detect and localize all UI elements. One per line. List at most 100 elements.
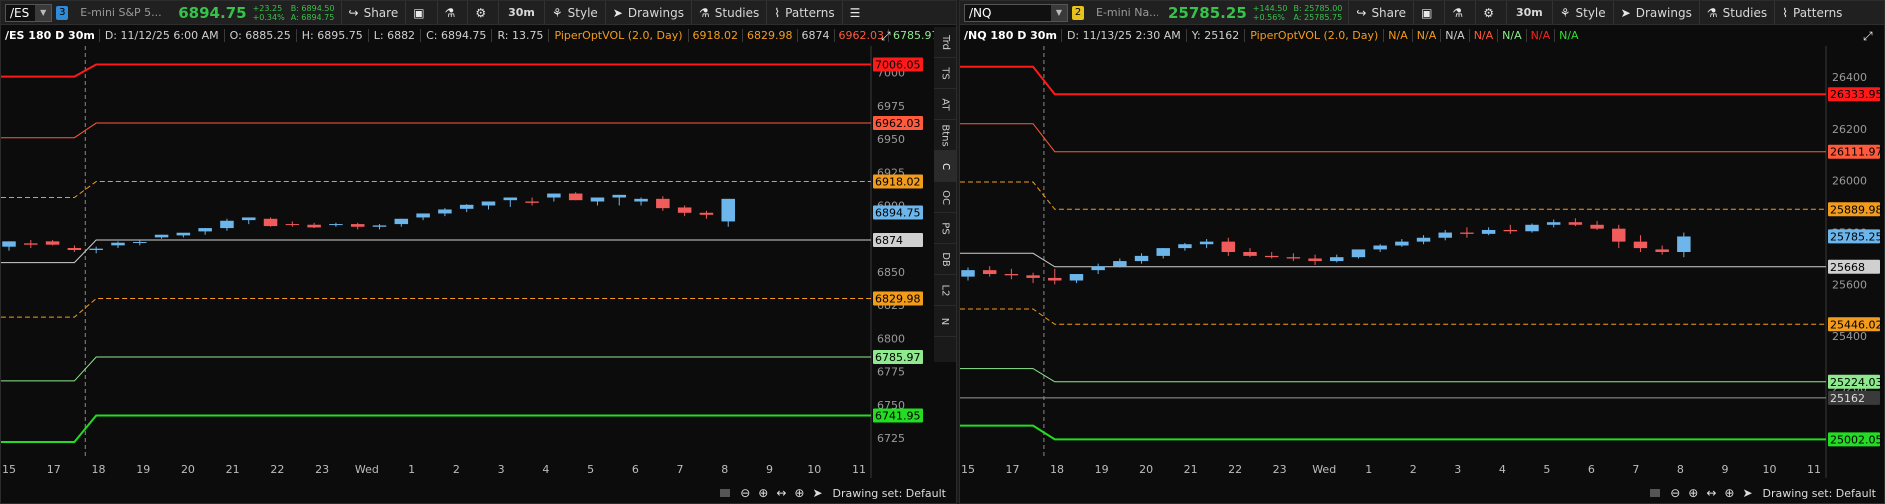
scroll-handle[interactable] [1650, 489, 1661, 497]
candle-body [1677, 236, 1691, 252]
side-tab-trd[interactable]: Trd [934, 27, 956, 58]
drawing-set-label[interactable]: Drawing set: Default [833, 487, 946, 500]
candle-body [241, 217, 256, 221]
candle-body [1416, 237, 1431, 242]
left-toolbar: /ES ▼ 3 E-mini S&P 5... 6894.75 +23.25 +… [1, 1, 956, 25]
candle-body [481, 201, 496, 206]
flask-icon: ⚗ [1452, 5, 1464, 20]
link-group-badge[interactable]: 3 [56, 5, 69, 20]
share-button[interactable]: ↪ Share [340, 1, 406, 24]
flask-button[interactable]: ⚗ [1444, 1, 1475, 24]
candle-body [1503, 229, 1518, 232]
crosshair-y: Y: 25162 [1185, 29, 1244, 42]
share-button[interactable]: ↪ Share [1348, 1, 1413, 24]
side-tab-btns[interactable]: Btns [934, 120, 956, 151]
studies-button[interactable]: ⚗ Studies [1698, 1, 1774, 24]
last-price-label: 25785.25 [1830, 230, 1883, 243]
zoom-in-icon[interactable]: ⊕ [1688, 486, 1698, 500]
menu-icon: ☰ [849, 5, 861, 20]
candle-body [1395, 241, 1409, 246]
nq-candlestick-chart[interactable]: 2520025400256002580026000262002640015171… [960, 46, 1884, 483]
candle-body [1351, 249, 1366, 258]
chart-settings-button[interactable]: ▣ [1413, 1, 1444, 24]
zoom-out-icon[interactable]: ⊖ [1670, 486, 1680, 500]
candle-body [394, 218, 409, 225]
bar-high: H: 6895.75 [295, 29, 368, 42]
chart-settings-button[interactable]: ▣ [405, 1, 436, 24]
scroll-handle[interactable] [720, 489, 731, 497]
right-chart-panel: /NQ ▼ 2 E-mini Na... 25785.25 +144.50 +0… [959, 0, 1885, 504]
crosshair-icon[interactable]: ⊕ [1724, 486, 1734, 500]
side-tab-db[interactable]: DB [934, 244, 956, 275]
drawing-set-label[interactable]: Drawing set: Default [1763, 487, 1876, 500]
candle-body [961, 270, 975, 277]
symbol-selector[interactable]: /ES ▼ [5, 3, 53, 22]
drawings-button[interactable]: ➤ Drawings [1612, 1, 1699, 24]
collapse-icon[interactable]: ⤢ [1863, 29, 1881, 43]
studies-label: Studies [714, 5, 760, 20]
candle-body [1481, 229, 1496, 234]
study-name[interactable]: PiperOptVOL (2.0, Day) [1244, 29, 1383, 42]
link-group-badge[interactable]: 2 [1072, 5, 1084, 20]
study-value: N/A [1525, 29, 1555, 42]
symbol-text: /NQ [969, 5, 992, 20]
x-tick-label: 8 [1677, 463, 1684, 476]
side-tab-label: DB [939, 251, 951, 267]
menu-button[interactable]: ☰ [841, 1, 873, 24]
candle-body [1156, 248, 1170, 256]
gear-button[interactable]: ⚙ [467, 1, 498, 24]
horizontal-resize-icon[interactable]: ↔ [776, 486, 786, 500]
change-value: +144.50 [1252, 3, 1288, 13]
x-tick-label: 21 [226, 463, 240, 476]
zoom-out-icon[interactable]: ⊖ [740, 486, 750, 500]
chevron-down-icon[interactable]: ▼ [1051, 4, 1067, 21]
candle-body [1590, 224, 1604, 229]
cursor-icon[interactable]: ➤ [1742, 486, 1752, 500]
timeframe-button[interactable]: 30m [498, 1, 544, 24]
side-tab-c[interactable]: C [934, 151, 956, 182]
candle-body [111, 242, 125, 246]
x-tick-label: 3 [1454, 463, 1461, 476]
style-label: Style [567, 5, 598, 20]
zoom-in-icon[interactable]: ⊕ [758, 486, 768, 500]
horizontal-resize-icon[interactable]: ↔ [1706, 486, 1716, 500]
side-tab-l2[interactable]: L2 [934, 275, 956, 306]
style-button[interactable]: ⚘ Style [1551, 1, 1613, 24]
crosshair-icon[interactable]: ⊕ [794, 486, 804, 500]
side-tab-ps[interactable]: PS [934, 213, 956, 244]
timeframe-button[interactable]: 30m [1505, 1, 1552, 24]
side-tab-at[interactable]: AT [934, 89, 956, 120]
collapse-icon[interactable]: ⤢ [881, 29, 899, 43]
x-tick-label: 19 [136, 463, 150, 476]
side-tab-oc[interactable]: OC [934, 182, 956, 213]
y-tick-label: 6975 [877, 100, 905, 113]
es-candlestick-chart[interactable]: 6725675067756800682568506875690069256950… [1, 46, 956, 483]
side-tab-ts[interactable]: TS [934, 58, 956, 89]
x-tick-label: 9 [766, 463, 773, 476]
style-button[interactable]: ⚘ Style [543, 1, 605, 24]
candle-body [1134, 255, 1149, 262]
studies-button[interactable]: ⚗ Studies [691, 1, 766, 24]
study-name[interactable]: PiperOptVOL (2.0, Day) [548, 29, 687, 42]
candle-body [503, 197, 518, 201]
cursor-icon[interactable]: ➤ [812, 486, 822, 500]
flask-button[interactable]: ⚗ [436, 1, 468, 24]
side-tab-n[interactable]: N [934, 306, 956, 337]
level-line-lower-half [1, 298, 871, 318]
chart-bottom-bar: ⊖ ⊕ ↔ ⊕ ➤ Drawing set: Default [960, 483, 1884, 503]
patterns-button[interactable]: ⌇ Patterns [1774, 1, 1849, 24]
level-line-lower-1 [1, 356, 871, 382]
y-tick-label: 26200 [1832, 123, 1867, 136]
side-tab-label: Btns [939, 123, 951, 147]
level-price-label: 25446.02 [1830, 318, 1883, 331]
x-tick-label: 20 [1139, 463, 1153, 476]
drawings-button[interactable]: ➤ Drawings [604, 1, 691, 24]
symbol-selector[interactable]: /NQ ▼ [964, 3, 1068, 22]
patterns-button[interactable]: ⌇ Patterns [766, 1, 841, 24]
symbol-description: E-mini S&P 5... [80, 6, 162, 19]
gear-button[interactable]: ⚙ [1475, 1, 1506, 24]
y-tick-label: 26400 [1832, 71, 1867, 84]
x-tick-label: 22 [270, 463, 284, 476]
side-tab-label: TS [939, 66, 951, 80]
chevron-down-icon[interactable]: ▼ [35, 4, 52, 21]
